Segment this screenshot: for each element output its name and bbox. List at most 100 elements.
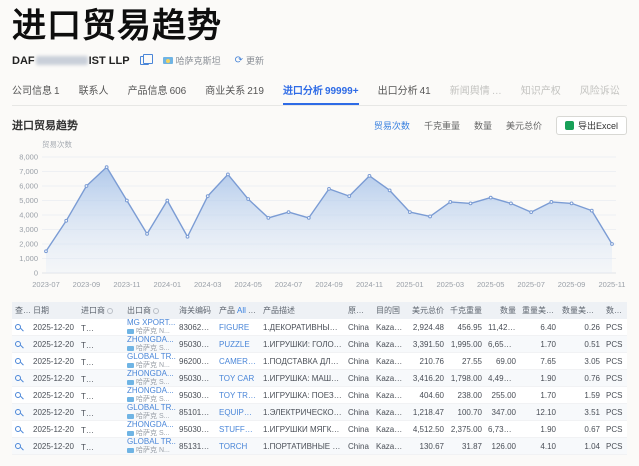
column-header-数量: 数量 (485, 302, 519, 319)
exporter-link[interactable]: GLOBAL TR... (127, 353, 173, 361)
column-header-出口商[interactable]: 出口商 (124, 302, 176, 319)
svg-text:贸易次数: 贸易次数 (42, 139, 72, 149)
hs-code-cell: 9503007... (176, 370, 216, 387)
exporter-link[interactable]: GLOBAL TR... (127, 404, 173, 412)
destination-cell: Kazakhst... (373, 370, 407, 387)
exporter-country: 哈萨克 S... (127, 413, 173, 420)
svg-text:2024-03: 2024-03 (194, 280, 222, 289)
search-icon[interactable] (15, 324, 21, 330)
svg-text:2024-11: 2024-11 (356, 280, 383, 289)
importer-redacted (87, 441, 113, 450)
tab-进口分析[interactable]: 进口分析99999+ (283, 78, 359, 105)
column-header-进口商[interactable]: 进口商 (78, 302, 124, 319)
exporter-cell: ZHONGDA...哈萨克 S... (124, 421, 176, 438)
tab-label: 知识产权 (521, 86, 561, 97)
product-link[interactable]: TOY CAR (216, 370, 260, 387)
exporter-link[interactable]: ZHONGDA... (127, 421, 173, 429)
export-excel-button[interactable]: 导出Excel (556, 116, 627, 135)
product-link[interactable]: TOY TRAIN (216, 387, 260, 404)
tab-bar: 公司信息1 联系人产品信息606 商业关系219 进口分析99999+ 出口分析41 新闻… (12, 78, 627, 106)
hs-code-cell: 9503006... (176, 336, 216, 353)
exporter-link[interactable]: ZHONGDA... (127, 336, 173, 344)
usd-total-cell: 130.67 (407, 438, 447, 455)
product-link[interactable]: FIGURE (216, 319, 260, 336)
svg-text:2025-07: 2025-07 (517, 280, 545, 289)
usd-per-kg-cell: 1.90 (519, 370, 559, 387)
usd-per-unit-cell: 3.05 (559, 353, 603, 370)
column-header-海关编码: 海关编码 (176, 302, 216, 319)
origin-cell: China (345, 319, 373, 336)
exporter-link[interactable]: ZHONGDA... (127, 387, 173, 395)
column-header-产品描述: 产品描述 (260, 302, 345, 319)
kg-weight-cell: 2,375.00 (447, 421, 485, 438)
tab-联系人[interactable]: 联系人 (79, 78, 109, 105)
quantity-cell: 347.00 (485, 404, 519, 421)
metric-toggle-数量[interactable]: 数量 (474, 119, 492, 132)
tab-count: 219 (247, 86, 264, 97)
product-link[interactable]: TORCH (216, 438, 260, 455)
svg-text:2025-09: 2025-09 (558, 280, 586, 289)
tab-知识产权[interactable]: 知识产权 (521, 78, 561, 105)
search-icon[interactable] (15, 443, 21, 449)
usd-per-unit-cell: 0.51 (559, 336, 603, 353)
hs-code-cell: 8306290... (176, 319, 216, 336)
metric-toggle-千克重量[interactable]: 千克重量 (424, 119, 460, 132)
search-icon[interactable] (15, 341, 21, 347)
metric-toggle-美元总价[interactable]: 美元总价 (506, 119, 542, 132)
search-icon[interactable] (15, 358, 21, 364)
quantity-cell: 126.00 (485, 438, 519, 455)
usd-per-unit-cell: 0.67 (559, 421, 603, 438)
exporter-country: 哈萨克 S... (127, 379, 173, 386)
company-name: DAF IST LLP (12, 55, 130, 67)
refresh-control[interactable]: ⟳ 更新 (235, 54, 264, 67)
view-cell (12, 404, 30, 421)
filter-icon[interactable] (153, 308, 159, 314)
tab-商业关系[interactable]: 商业关系219 (205, 78, 264, 105)
column-header-目的国: 目的国 (373, 302, 407, 319)
product-link[interactable]: EQUIPMENT (216, 404, 260, 421)
tab-产品信息[interactable]: 产品信息606 (128, 78, 187, 105)
view-cell (12, 370, 30, 387)
kg-weight-cell: 100.70 (447, 404, 485, 421)
tab-label: 新闻舆情 (450, 86, 490, 97)
product-link[interactable]: PUZZLE (216, 336, 260, 353)
origin-cell: China (345, 370, 373, 387)
tab-出口分析[interactable]: 出口分析41 (378, 78, 431, 105)
tab-风险诉讼[interactable]: 风险诉讼 (580, 78, 620, 105)
search-icon[interactable] (15, 392, 21, 398)
svg-text:2024-07: 2024-07 (275, 280, 303, 289)
product-link[interactable]: CAMERA STAND (216, 353, 260, 370)
metric-toggle-group: 贸易次数 千克重量 数量 美元总价 (374, 119, 542, 132)
metric-toggle-贸易次数[interactable]: 贸易次数 (374, 119, 410, 132)
exporter-link[interactable]: MG XPORT... (127, 319, 173, 327)
destination-cell: Kazakhst... (373, 404, 407, 421)
filter-icon[interactable] (107, 308, 113, 314)
exporter-link[interactable]: GLOBAL TR... (127, 438, 173, 446)
importer-redacted (87, 322, 113, 331)
importer-cell: TNA... (78, 387, 124, 404)
tab-新闻舆情[interactable]: 新闻舆情… (450, 78, 502, 105)
importer-redacted (87, 407, 113, 416)
page-title: 进口贸易趋势 (12, 6, 627, 47)
kazakhstan-flag-icon (127, 448, 134, 453)
exporter-link[interactable]: ZHONGDA... (127, 370, 173, 378)
usd-per-kg-cell: 4.10 (519, 438, 559, 455)
search-icon[interactable] (15, 426, 21, 432)
product-filter-all[interactable]: All (237, 306, 246, 315)
column-header-产品[interactable]: 产品All ▾ (216, 302, 260, 319)
table-row: 2025-12-20TNA...ZHONGDA...哈萨克 S...950300… (12, 421, 627, 438)
kg-weight-cell: 31.87 (447, 438, 485, 455)
unit-cell: PCS (603, 370, 627, 387)
tab-公司信息[interactable]: 公司信息1 (12, 78, 60, 105)
search-icon[interactable] (15, 409, 21, 415)
search-icon[interactable] (15, 375, 21, 381)
importer-redacted (87, 339, 113, 348)
refresh-icon[interactable]: ⟳ (235, 56, 243, 66)
exporter-country: 哈萨克 S... (127, 396, 173, 403)
column-header-日期: 日期 (30, 302, 78, 319)
table-header: 查看日期进口商出口商海关编码产品All ▾产品描述原产国目的国美元总价千克重量数… (12, 302, 627, 319)
description-cell: 1.ПОДСТАВКА ДЛЯ ФОТОАППАРАТА: ТРЕНОГА, .… (260, 353, 345, 370)
copy-icon[interactable] (140, 56, 149, 65)
svg-text:2023-11: 2023-11 (113, 280, 140, 289)
product-link[interactable]: STUFFED TOY (216, 421, 260, 438)
